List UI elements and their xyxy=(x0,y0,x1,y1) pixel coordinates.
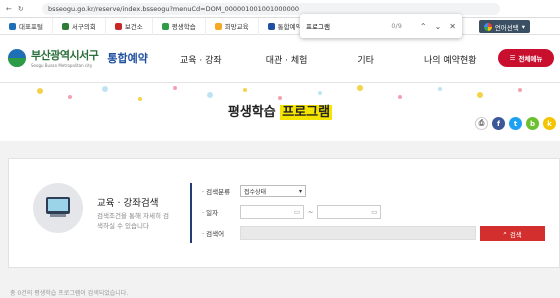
monitor-icon xyxy=(46,197,70,214)
calendar-icon[interactable]: ▭ xyxy=(294,208,300,216)
keyword-input[interactable] xyxy=(240,226,476,240)
site-logo[interactable]: 부산광역시서구 Seogu Busan Metropolitan city 통합… xyxy=(8,47,148,68)
kakao-icon[interactable]: k xyxy=(543,117,556,130)
date-label: 일자 xyxy=(206,209,219,217)
bookmark-item[interactable]: 대표포털 xyxy=(0,17,53,35)
search-title: 교육 · 강좌검색 xyxy=(97,198,159,209)
panel-divider xyxy=(190,183,192,243)
bookmark-label: 서구의회 xyxy=(71,23,96,31)
main-menu: 교육 · 강좌 대관 · 체험 기타 나의 예약현황 xyxy=(180,53,477,66)
menu-rental[interactable]: 대관 · 체험 xyxy=(266,53,308,66)
translate-label: 언어선택 xyxy=(494,23,519,32)
bookmark-favicon-icon xyxy=(161,22,169,30)
page-banner: 평생학습 프로그램 ⎙ f t b k xyxy=(0,83,560,141)
facebook-icon[interactable]: f xyxy=(492,117,505,130)
find-in-page-box: 프로그램 0/9 ⌃ ⌄ ✕ xyxy=(300,14,462,38)
bookmark-item[interactable]: 평생학습 xyxy=(153,17,206,35)
search-button[interactable]: ⌕ 검색 xyxy=(480,226,545,241)
translate-button[interactable]: 언어선택 ▾ xyxy=(478,20,530,33)
bookmark-favicon-icon xyxy=(114,22,122,30)
bookmark-favicon-icon xyxy=(267,22,275,30)
search-type-label: 검색분류 xyxy=(206,188,231,196)
logo-title: 통합예약 xyxy=(107,51,148,65)
share-icons: ⎙ f t b k xyxy=(475,117,556,130)
twitter-icon[interactable]: t xyxy=(509,117,522,130)
chevron-down-icon: ▾ xyxy=(521,22,525,31)
google-icon xyxy=(483,22,492,31)
bookmark-label: 보건소 xyxy=(124,23,143,31)
bookmark-favicon-icon xyxy=(214,22,222,30)
logo-name: 부산광역시서구 xyxy=(31,49,99,62)
keyword-label: 검색어 xyxy=(206,230,225,238)
menu-my-reservations[interactable]: 나의 예약현황 xyxy=(424,53,477,66)
search-illustration xyxy=(33,183,83,233)
menu-education[interactable]: 교육 · 강좌 xyxy=(180,53,222,66)
search-button-label: 검색 xyxy=(509,230,522,239)
url-field[interactable]: bsseogu.go.kr/reserve/index.bsseogu?menu… xyxy=(42,2,500,15)
bookmark-label: 통합예약 xyxy=(277,23,302,31)
logo-emblem-icon xyxy=(8,48,26,67)
search-icon: ⌕ xyxy=(503,229,507,237)
back-icon[interactable]: ← xyxy=(6,5,12,13)
url-text: bsseogu.go.kr/reserve/index.bsseogu?menu… xyxy=(48,4,300,13)
all-menu-label: 전체메뉴 xyxy=(518,55,543,63)
search-type-value: 접수상태 xyxy=(244,188,267,196)
search-type-select[interactable]: 접수상태 ▾ xyxy=(240,185,306,197)
result-summary: 총 0건의 평생학습 프로그램이 검색되었습니다. xyxy=(10,290,129,297)
date-separator: ~ xyxy=(308,208,314,216)
search-panel: 교육 · 강좌검색 검색조건을 통해 자세히 검색하실 수 있습니다 · 검색분… xyxy=(8,158,560,268)
bookmark-label: 희망교육 xyxy=(224,23,249,31)
find-input[interactable]: 프로그램 xyxy=(306,21,391,31)
print-icon[interactable]: ⎙ xyxy=(475,117,488,130)
all-menu-button[interactable]: ☰ 전체메뉴 xyxy=(498,49,554,67)
menu-etc[interactable]: 기타 xyxy=(357,53,374,66)
chevron-down-icon[interactable]: ⌄ xyxy=(435,22,442,31)
start-date-input[interactable]: ▭ xyxy=(240,205,304,219)
dropdown-arrow-icon: ▾ xyxy=(298,187,302,195)
browser-address-bar: ← ↻ bsseogu.go.kr/reserve/index.bsseogu?… xyxy=(0,0,560,18)
end-date-input[interactable]: ▭ xyxy=(317,205,382,219)
logo-english: Seogu Busan Metropolitan city xyxy=(31,63,93,68)
bookmark-favicon-icon xyxy=(61,22,69,30)
site-header: 부산광역시서구 Seogu Busan Metropolitan city 통합… xyxy=(0,35,560,83)
browser-nav: ← ↻ xyxy=(0,5,42,13)
chevron-up-icon[interactable]: ⌃ xyxy=(420,22,427,31)
hamburger-icon: ☰ xyxy=(509,54,516,62)
bookmark-label: 평생학습 xyxy=(171,23,196,31)
bookmarks-bar: 대표포털 서구의회 보건소 평생학습 희망교육 통합예약 xyxy=(0,17,560,35)
bookmark-item[interactable]: 서구의회 xyxy=(53,17,106,35)
find-count: 0/9 xyxy=(391,22,402,30)
search-type-row: · 검색분류 접수상태 ▾ xyxy=(202,185,306,197)
calendar-icon[interactable]: ▭ xyxy=(371,208,377,216)
bookmark-favicon-icon xyxy=(9,22,16,30)
page-title-plain: 평생학습 xyxy=(227,105,276,120)
close-icon[interactable]: ✕ xyxy=(449,22,456,31)
search-description: 검색조건을 통해 자세히 검색하실 수 있습니다 xyxy=(97,212,169,230)
refresh-icon[interactable]: ↻ xyxy=(18,5,24,13)
bookmark-label: 대표포털 xyxy=(19,23,43,31)
blog-icon[interactable]: b xyxy=(526,117,539,130)
keyword-row: · 검색어 xyxy=(202,226,476,240)
bookmark-item[interactable]: 희망교육 xyxy=(206,17,259,35)
page-title-highlight: 프로그램 xyxy=(280,105,333,120)
date-row: · 일자 ▭ ~ ▭ xyxy=(202,205,382,219)
bookmark-item[interactable]: 보건소 xyxy=(106,17,153,35)
